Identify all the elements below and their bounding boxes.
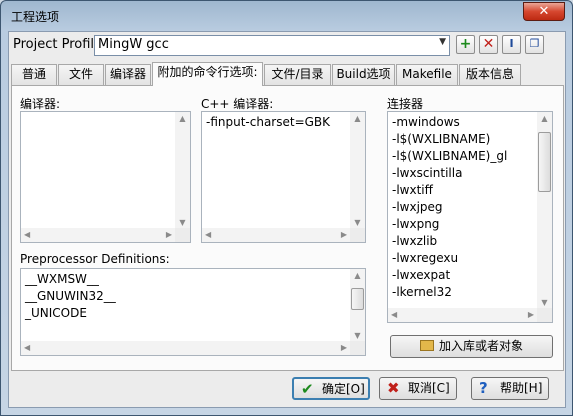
text-line: -lwxpng	[392, 217, 440, 231]
text-line: -lkernel32	[392, 285, 452, 299]
tab-files[interactable]: 文件	[58, 64, 104, 85]
scroll-left-icon[interactable]: ◀	[391, 310, 397, 319]
scroll-down-icon[interactable]: ▼	[350, 331, 365, 340]
text-line: -lwxexpat	[392, 268, 451, 282]
project-profile-label: Project Profile	[13, 37, 103, 52]
text-line: __WXMSW__	[25, 272, 99, 286]
scroll-down-icon[interactable]: ▼	[175, 218, 190, 227]
text-line: -lwxjpeg	[392, 200, 443, 214]
compiler-label: 编译器:	[20, 97, 61, 111]
tab-general[interactable]: 普通	[11, 64, 57, 85]
text-line: -lwxscintilla	[392, 166, 463, 180]
dialog-body: Project Profile MingW gcc ▼ + ✕ Ⅰ ❐ 普通 文…	[8, 31, 566, 408]
help-label: 帮助[H]	[500, 381, 543, 395]
cancel-button[interactable]: ✖ 取消[C]	[379, 377, 457, 400]
folder-icon	[420, 340, 434, 351]
linker-options-textarea[interactable]: -mwindows -l$(WXLIBNAME) -l$(WXLIBNAME)_…	[387, 111, 553, 323]
close-icon: ✖	[387, 379, 400, 397]
scroll-corner	[350, 341, 365, 355]
text-line: -lwxzlib	[392, 234, 438, 248]
scroll-left-icon[interactable]: ◀	[24, 343, 30, 352]
add-library-label: 加入库或者对象	[439, 339, 524, 353]
scroll-corner	[175, 228, 190, 242]
text-line: -lwxregexu	[392, 251, 459, 265]
scrollbar[interactable]: ▲ ▼	[537, 112, 552, 322]
scroll-right-icon[interactable]: ▶	[341, 343, 347, 352]
ok-label: 确定[O]	[322, 382, 365, 396]
cpp-compiler-options-textarea[interactable]: -finput-charset=GBK ▲ ▼ ◀ ▶	[201, 111, 366, 243]
tab-makefile[interactable]: Makefile	[396, 64, 458, 85]
copy-icon[interactable]: ❐	[525, 35, 544, 54]
rename-icon[interactable]: Ⅰ	[502, 35, 521, 54]
text-line: -mwindows	[392, 115, 460, 129]
preprocessor-label: Preprocessor Definitions:	[20, 252, 170, 266]
tab-compiler[interactable]: 编译器	[105, 64, 151, 85]
scrollbar[interactable]: ▲ ▼	[350, 112, 365, 242]
window-title: 工程选项	[11, 10, 60, 24]
text-line: -lwxtiff	[392, 183, 433, 197]
scroll-up-icon[interactable]: ▲	[350, 114, 365, 123]
scroll-right-icon[interactable]: ▶	[528, 310, 534, 319]
scrollbar[interactable]: ◀ ▶	[202, 228, 350, 242]
linker-label: 连接器	[387, 97, 424, 111]
scroll-right-icon[interactable]: ▶	[166, 230, 172, 239]
cpp-compiler-label: C++ 编译器:	[201, 97, 274, 111]
tab-version-info[interactable]: 版本信息	[459, 64, 521, 85]
add-icon[interactable]: +	[456, 35, 475, 54]
scroll-thumb[interactable]	[538, 132, 551, 192]
text-line: -l$(WXLIBNAME)	[392, 132, 491, 146]
scroll-corner	[537, 308, 552, 322]
scrollbar[interactable]: ◀ ▶	[388, 308, 537, 322]
scrollbar[interactable]: ▲ ▼	[175, 112, 190, 242]
scroll-down-icon[interactable]: ▼	[537, 298, 552, 307]
scrollbar[interactable]: ◀ ▶	[21, 341, 350, 355]
checkmark-icon: ✔	[301, 380, 314, 398]
chevron-down-icon: ▼	[439, 37, 446, 47]
text-line: -l$(WXLIBNAME)_gl	[392, 149, 508, 163]
text-line: _UNICODE	[25, 306, 87, 320]
scroll-up-icon[interactable]: ▲	[175, 114, 190, 123]
scroll-left-icon[interactable]: ◀	[24, 230, 30, 239]
scroll-right-icon[interactable]: ▶	[341, 230, 347, 239]
scroll-left-icon[interactable]: ◀	[205, 230, 211, 239]
tab-panel: 编译器: ▲ ▼ ◀ ▶ C++ 编译器: -finput-charset=GB…	[11, 85, 564, 371]
delete-icon[interactable]: ✕	[479, 35, 498, 54]
title-bar[interactable]: 工程选项 ✕	[1, 1, 572, 31]
scroll-corner	[350, 228, 365, 242]
tab-directories[interactable]: 文件/目录	[264, 64, 331, 85]
scrollbar[interactable]: ◀ ▶	[21, 228, 175, 242]
ok-button[interactable]: ✔ 确定[O]	[292, 377, 370, 400]
compiler-options-textarea[interactable]: ▲ ▼ ◀ ▶	[20, 111, 191, 243]
help-icon: ?	[479, 379, 488, 397]
add-library-button[interactable]: 加入库或者对象	[390, 335, 553, 358]
cancel-label: 取消[C]	[408, 381, 450, 395]
project-profile-value: MingW gcc	[98, 37, 169, 52]
tab-extra-options[interactable]: 附加的命令行选项:	[152, 62, 263, 86]
tab-build-options[interactable]: Build选项	[332, 64, 395, 85]
scroll-up-icon[interactable]: ▲	[537, 114, 552, 123]
scroll-thumb[interactable]	[351, 288, 364, 310]
preprocessor-definitions-textarea[interactable]: __WXMSW__ __GNUWIN32__ _UNICODE ▲ ▼ ◀ ▶	[20, 268, 366, 356]
scroll-down-icon[interactable]: ▼	[350, 218, 365, 227]
text-line: -finput-charset=GBK	[206, 115, 331, 129]
help-button[interactable]: ? 帮助[H]	[471, 377, 549, 400]
text-line: __GNUWIN32__	[25, 289, 116, 303]
project-options-window: 工程选项 ✕ Project Profile MingW gcc ▼ + ✕ Ⅰ…	[0, 0, 573, 416]
project-profile-select[interactable]: MingW gcc ▼	[94, 35, 450, 56]
scroll-up-icon[interactable]: ▲	[350, 271, 365, 280]
close-button[interactable]: ✕	[523, 2, 565, 21]
